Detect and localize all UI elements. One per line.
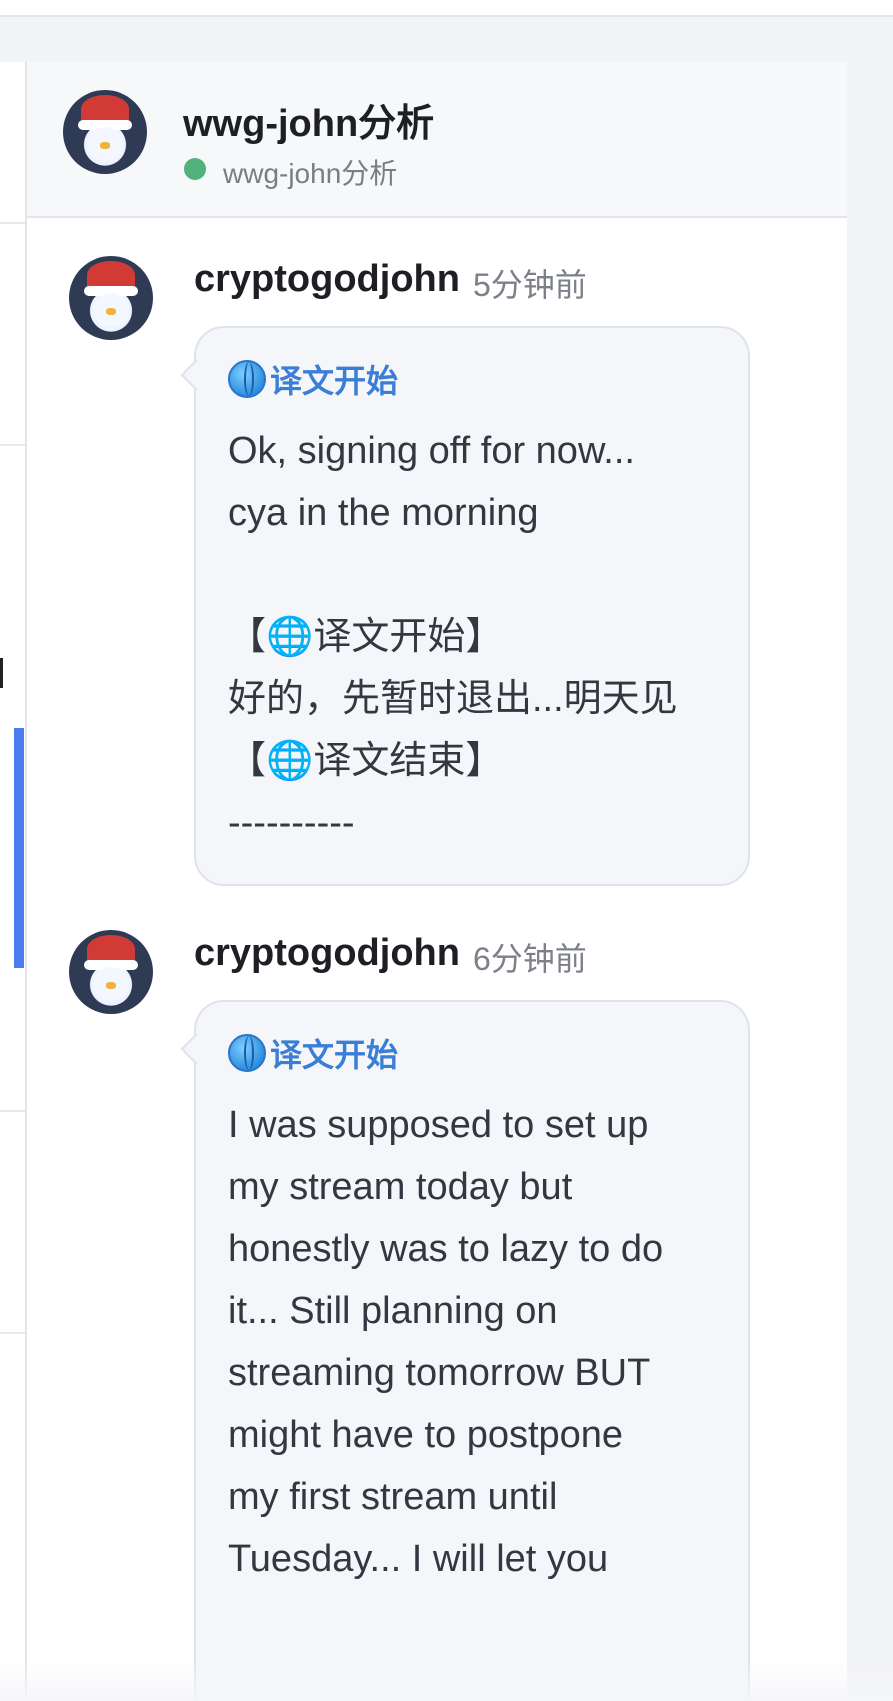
window-top-bar [0,0,893,17]
message-avatar[interactable] [69,930,153,1014]
online-status-icon [184,158,206,180]
list-item-edge-mark [0,658,3,688]
list-divider [0,1110,25,1112]
message-text: Ok, signing off for now... cya in the mo… [228,430,678,844]
translation-tag[interactable]: 译文开始 [228,356,716,402]
message-bubble[interactable]: 译文开始 Ok, signing off for now... cya in t… [194,326,750,886]
chat-panel: wwg-john分析 wwg-john分析 cryptogodjohn 5分钟前… [27,62,847,1701]
avatar[interactable] [63,90,147,174]
active-conversation-indicator[interactable] [14,728,24,968]
message-timestamp: 6分钟前 [473,941,587,977]
translation-tag-label: 译文开始 [270,1037,399,1073]
list-divider [0,444,25,446]
message-author[interactable]: cryptogodjohn [194,932,460,975]
penguin-beak [105,308,117,315]
translation-tag[interactable]: 译文开始 [228,1030,716,1076]
translation-tag-label: 译文开始 [270,363,399,399]
penguin-beak [99,142,111,149]
message-avatar[interactable] [69,256,153,340]
penguin-beak [105,982,117,989]
message-author[interactable]: cryptogodjohn [194,258,460,301]
chat-header: wwg-john分析 wwg-john分析 [27,62,847,218]
list-divider [0,222,25,224]
message-timestamp: 5分钟前 [473,267,587,303]
globe-icon [228,1034,266,1072]
message-bubble[interactable]: 译文开始 I was supposed to set up my stream … [194,1000,750,1701]
scroll-fade [0,1661,893,1701]
chat-subtitle: wwg-john分析 [223,158,398,189]
chat-title: wwg-john分析 [183,103,435,145]
message-text: I was supposed to set up my stream today… [228,1104,664,1580]
list-divider [0,1332,25,1334]
globe-icon [228,360,266,398]
